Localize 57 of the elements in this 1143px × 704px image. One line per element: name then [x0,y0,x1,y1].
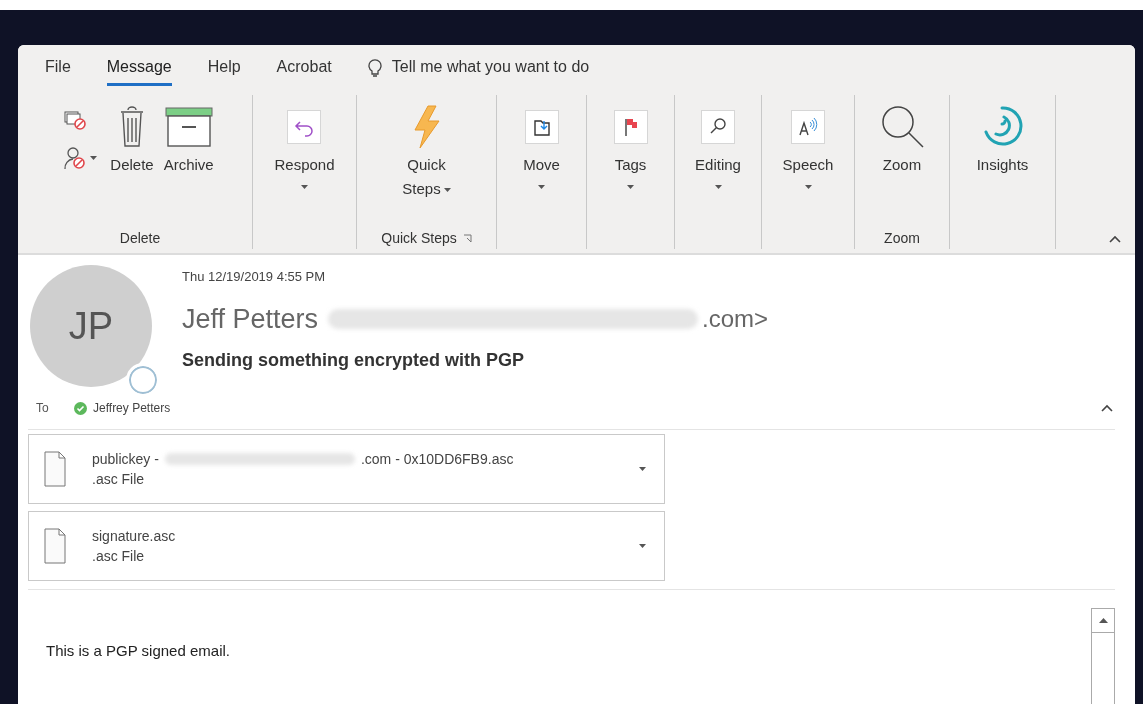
ribbon-command[interactable]: Zoom [875,95,929,177]
caret-icon [627,185,634,189]
collapse-ribbon-icon[interactable] [1109,235,1121,243]
ribbon-tab[interactable]: Acrobat [276,48,332,86]
recipient-name[interactable]: Jeffrey Petters [93,399,171,417]
message-body: This is a PGP signed email. [45,641,231,661]
lightbulb-icon [367,56,382,78]
caret-icon [714,185,722,189]
check-circle-icon [74,401,87,415]
ribbon-command[interactable]: Delete [107,95,157,177]
caret-icon [90,156,98,160]
caret-icon [301,185,308,189]
ribbon-command[interactable]: Editing [692,95,744,189]
caret-icon [443,188,451,193]
collapse-header-icon[interactable] [1101,404,1113,412]
ribbon-command[interactable]: Insights [973,95,1032,177]
to-label: To [36,400,50,417]
scrollbar[interactable] [1091,608,1115,704]
flag-icon [613,110,648,144]
group-label: Zoom [884,228,920,248]
caret-icon [639,544,646,548]
caret-icon [639,467,646,471]
ribbon-tab[interactable]: Message [106,48,172,86]
attachment-type: .asc File [92,470,146,489]
ribbon-command[interactable]: Speech [779,95,837,189]
junk-person-icon[interactable] [63,145,88,171]
attachment-name: signature.asc [92,527,176,546]
message-date: Thu 12/19/2019 4:55 PM [182,268,327,286]
attachment-type: .asc File [92,547,146,566]
search-icon [701,110,735,144]
file-icon [44,451,66,487]
tell-me-search[interactable]: Tell me what you want to do [391,55,590,79]
file-icon [44,528,66,564]
ignore-icon[interactable] [63,109,88,131]
attachment[interactable]: publickey - .com - 0x10DD6FB9.asc .asc File [28,434,665,504]
ribbon-tab[interactable]: Help [207,48,241,86]
caret-icon [804,185,812,189]
attachment[interactable]: signature.asc .asc File [28,511,665,581]
attachment-name: publickey - [92,450,159,469]
ribbon-command[interactable]: Move [520,95,563,189]
sender-name: Jeff Petters [182,302,319,336]
ribbon-command[interactable]: Archive [160,95,217,177]
group-label: Delete [119,228,161,248]
sender-address: .com> [702,303,769,334]
group-label: Quick Steps [381,228,457,248]
ribbon-command[interactable]: Respond [271,95,338,189]
ribbon-tab[interactable]: File [45,48,71,86]
ribbon-command[interactable]: Quick Steps [393,95,460,201]
scroll-up-icon[interactable] [1098,618,1108,623]
read-aloud-icon [791,110,825,144]
dialog-launcher-icon[interactable] [462,233,472,243]
archive-box-icon [164,106,213,148]
attachment-name: .com - 0x10DD6FB9.asc [360,450,514,469]
avatar: JP [30,265,152,387]
caret-icon [538,185,545,189]
ribbon-command[interactable]: Tags [610,95,651,189]
message-subject: Sending something encrypted with PGP [182,349,526,372]
